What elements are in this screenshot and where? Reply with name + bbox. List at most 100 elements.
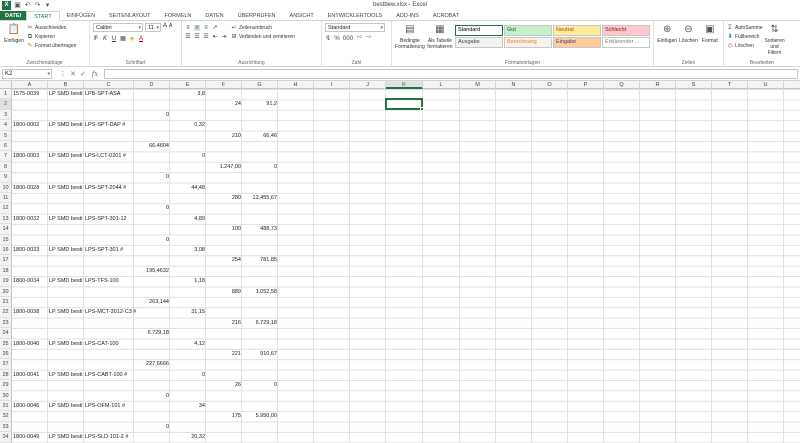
align-top-icon[interactable]: ≡ xyxy=(185,25,191,31)
cell-c10[interactable]: LPS-SPT-2044 # xyxy=(84,183,170,193)
cell-f17[interactable]: 254 xyxy=(206,255,242,265)
row-header-25[interactable]: 25 xyxy=(0,338,12,349)
cell-e4[interactable]: 0,32 xyxy=(170,120,206,130)
cell-a10[interactable]: 1800-0028 xyxy=(12,183,48,193)
cell-e1[interactable]: 3,8 xyxy=(170,89,206,99)
cell-d33[interactable]: 0 xyxy=(134,422,170,432)
column-header-q[interactable]: Q xyxy=(604,81,640,89)
tab-seitenlayout[interactable]: SEITENLAYOUT xyxy=(102,11,157,20)
cell-d27[interactable]: 227,6666 xyxy=(134,359,170,369)
italic-button[interactable]: K xyxy=(102,36,108,42)
cell-g23[interactable]: 6.729,18 xyxy=(242,318,278,328)
column-header-k[interactable]: K xyxy=(386,81,423,89)
border-icon[interactable]: ▦ xyxy=(120,35,126,42)
row-header-20[interactable]: 20 xyxy=(0,286,12,297)
cell-a7[interactable]: 1800-0003 xyxy=(12,151,48,161)
cell-f14[interactable]: 100 xyxy=(206,224,242,234)
cell-c16[interactable]: LPS-SPT-301 # xyxy=(84,245,170,255)
increase-decimal-icon[interactable]: ⁺⁰ xyxy=(356,35,362,42)
underline-button[interactable]: U xyxy=(111,36,117,42)
cell-a31[interactable]: 1800-0046 xyxy=(12,401,48,411)
cell-g11[interactable]: 12.455,67 xyxy=(242,193,278,203)
column-header-d[interactable]: D xyxy=(134,81,170,89)
worksheet-grid[interactable]: ABCDEFGHIJKLMNOPQRSTUV123456789101112131… xyxy=(0,81,800,443)
cell-style-eingabe[interactable]: Eingabe xyxy=(553,37,601,48)
customize-toolbar-icon[interactable]: ▾ xyxy=(44,2,51,9)
cell-style-neutral[interactable]: Neutral xyxy=(553,25,601,36)
cell-f2[interactable]: 24 xyxy=(206,99,242,109)
cell-d12[interactable]: 0 xyxy=(134,203,170,213)
cell-e16[interactable]: 3,08 xyxy=(170,245,206,255)
cell-f26[interactable]: 221 xyxy=(206,349,242,359)
column-header-a[interactable]: A xyxy=(12,81,48,89)
cell-a25[interactable]: 1800-0040 xyxy=(12,339,48,349)
row-header-9[interactable]: 9 xyxy=(0,172,12,183)
cell-f20[interactable]: 889 xyxy=(206,287,242,297)
cell-g32[interactable]: 5.950,00 xyxy=(242,411,278,421)
clear-button[interactable]: ◇ Löschen xyxy=(727,41,763,50)
column-header-t[interactable]: T xyxy=(712,81,748,89)
cell-a19[interactable]: 1800-0034 xyxy=(12,276,48,286)
cell-a1[interactable]: 1575-0039 xyxy=(12,89,48,99)
cell-d21[interactable]: 263,144 xyxy=(134,297,170,307)
row-header-33[interactable]: 33 xyxy=(0,421,12,433)
cell-e7[interactable]: 0 xyxy=(170,151,206,161)
cell-d3[interactable]: 0 xyxy=(134,110,170,120)
row-header-30[interactable]: 30 xyxy=(0,390,12,401)
cell-c1[interactable]: LPB-SPT-ASA xyxy=(84,89,170,99)
fill-handle[interactable] xyxy=(420,106,424,111)
number-format-dropdown[interactable]: Standard xyxy=(325,23,385,32)
cell-c31[interactable]: LPS-OFM-101 # xyxy=(84,401,170,411)
cell-g8[interactable]: 0 xyxy=(242,162,278,172)
row-header-17[interactable]: 17 xyxy=(0,255,12,266)
cell-d18[interactable]: 195,4632 xyxy=(134,266,170,276)
cell-f8[interactable]: 1.247,00 xyxy=(206,162,242,172)
cell-e19[interactable]: 1,18 xyxy=(170,276,206,286)
tab-formeln[interactable]: FORMELN xyxy=(158,11,199,20)
fill-button[interactable]: ⬇ Füllbereich xyxy=(727,32,763,41)
cell-c19[interactable]: LPS-TFS-100 xyxy=(84,276,170,286)
align-right-icon[interactable]: ☰ xyxy=(203,33,209,40)
cell-b25[interactable]: LP SMD besti xyxy=(48,339,84,349)
column-header-f[interactable]: F xyxy=(206,81,242,89)
cell-style-berechnung[interactable]: Berechnung xyxy=(504,37,552,48)
cell-g2[interactable]: 91,2 xyxy=(242,99,278,109)
save-icon[interactable]: ▣ xyxy=(14,2,21,9)
cell-e25[interactable]: 4,12 xyxy=(170,339,206,349)
column-header-l[interactable]: L xyxy=(423,81,460,89)
align-bottom-icon[interactable]: ≡ xyxy=(203,25,209,31)
row-header-15[interactable]: 15 xyxy=(0,234,12,245)
tab-start[interactable]: START xyxy=(26,11,60,21)
row-header-24[interactable]: 24 xyxy=(0,328,12,339)
cell-f23[interactable]: 216 xyxy=(206,318,242,328)
cell-c25[interactable]: LPS-CAT-100 xyxy=(84,339,170,349)
column-header-n[interactable]: N xyxy=(496,81,532,89)
row-header-1[interactable]: 1 xyxy=(0,89,12,100)
cell-g5[interactable]: 66,46 xyxy=(242,131,278,141)
cell-b13[interactable]: LP SMD besti xyxy=(48,214,84,224)
outdent-icon[interactable]: ⇤ xyxy=(212,33,218,40)
tab-entwicklertools[interactable]: ENTWICKLERTOOLS xyxy=(321,11,390,20)
align-middle-icon[interactable]: ≡ xyxy=(194,24,200,31)
cell-d6[interactable]: 66,4604 xyxy=(134,141,170,151)
cell-g26[interactable]: 910,67 xyxy=(242,349,278,359)
cell-a13[interactable]: 1800-0032 xyxy=(12,214,48,224)
row-header-14[interactable]: 14 xyxy=(0,224,12,235)
row-header-13[interactable]: 13 xyxy=(0,213,12,225)
font-size-dropdown[interactable]: 11 xyxy=(145,23,161,32)
column-header-j[interactable]: J xyxy=(350,81,386,89)
insert-function-button[interactable]: fx xyxy=(88,70,102,78)
cell-style-erklärender[interactable]: Erklärender ... xyxy=(602,37,650,48)
column-header-m[interactable]: M xyxy=(460,81,496,89)
cell-f5[interactable]: 210 xyxy=(206,131,242,141)
row-header-19[interactable]: 19 xyxy=(0,276,12,287)
cell-f29[interactable]: 26 xyxy=(206,380,242,390)
tab-datei[interactable]: DATEI xyxy=(0,11,27,20)
orientation-icon[interactable]: ↗ xyxy=(212,24,218,31)
cell-style-ausgabe[interactable]: Ausgabe xyxy=(455,37,503,48)
row-header-34[interactable]: 34 xyxy=(0,432,12,443)
cell-e28[interactable]: 0 xyxy=(170,370,206,380)
tab-acrobat[interactable]: ACROBAT xyxy=(426,11,466,20)
enter-icon[interactable]: ✓ xyxy=(78,70,88,78)
cell-a16[interactable]: 1800-0033 xyxy=(12,245,48,255)
